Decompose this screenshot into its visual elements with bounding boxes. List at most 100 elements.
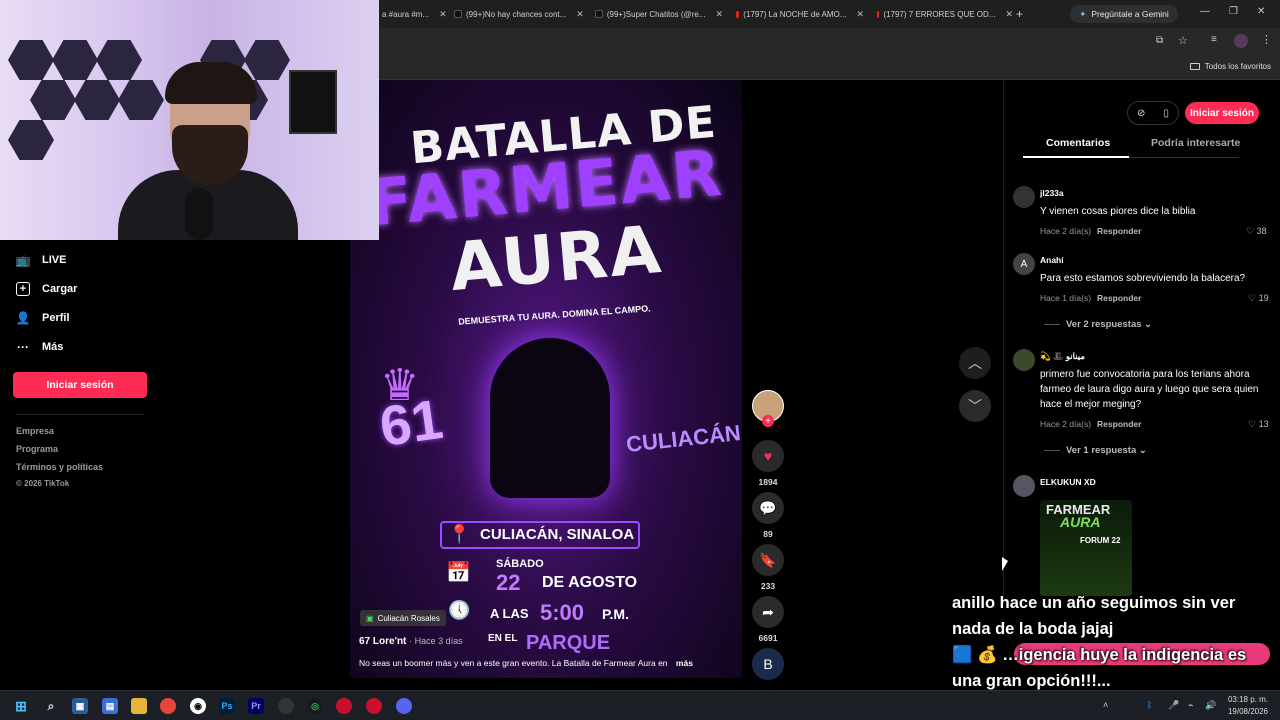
comment-icon: 💬 bbox=[759, 499, 777, 516]
avatar[interactable] bbox=[1013, 349, 1035, 371]
upload-icon: + bbox=[16, 282, 30, 296]
sidebar-item-live[interactable]: 📺 LIVE bbox=[15, 253, 67, 267]
thumb-forum: FORUM 22 bbox=[1080, 536, 1121, 545]
sidebar-item-profile[interactable]: 👤 Perfil bbox=[16, 311, 70, 325]
app-icon[interactable] bbox=[278, 698, 294, 714]
location-pin-icon: 📍 bbox=[448, 524, 471, 544]
microphone-tray-icon[interactable]: 🎤 bbox=[1168, 700, 1179, 711]
next-video-button[interactable]: ﹀ bbox=[959, 390, 991, 422]
comment-meta: Hace 1 día(s) Responder bbox=[1040, 293, 1142, 303]
close-icon[interactable]: ✕ bbox=[856, 9, 864, 20]
network-icon[interactable]: ⌁ bbox=[1188, 700, 1193, 711]
reply-button[interactable]: Responder bbox=[1097, 226, 1141, 236]
close-icon[interactable]: ✕ bbox=[576, 9, 584, 20]
tab-aura[interactable]: a #aura #m... ✕ bbox=[382, 4, 446, 24]
previous-video-button[interactable]: ︿ bbox=[959, 347, 991, 379]
more-link[interactable]: más bbox=[676, 658, 693, 668]
share-count: 6691 bbox=[758, 633, 778, 643]
sidebar-item-more[interactable]: ··· Más bbox=[16, 340, 63, 354]
bookmark-star-icon[interactable]: ☆ bbox=[1178, 34, 1188, 47]
reading-list-icon[interactable]: ≡ bbox=[1211, 34, 1217, 45]
footer-link-empresa[interactable]: Empresa bbox=[16, 426, 54, 436]
music-disc[interactable]: B bbox=[752, 648, 784, 680]
file-explorer-icon[interactable] bbox=[131, 698, 147, 714]
like-button[interactable]: ♥ bbox=[752, 440, 784, 472]
cast-icon[interactable]: ⧉ bbox=[1156, 35, 1163, 46]
store-icon[interactable]: ▤ bbox=[102, 698, 118, 714]
follow-plus-icon[interactable]: + bbox=[762, 415, 774, 427]
clock-icon: 🕔 bbox=[448, 600, 471, 620]
comment-user[interactable]: 💫 🎩 مينانو bbox=[1040, 351, 1085, 362]
search-icon[interactable]: ⌕ bbox=[43, 698, 59, 714]
chrome-icon[interactable] bbox=[160, 698, 176, 714]
windows-start-icon[interactable]: ⊞ bbox=[13, 698, 29, 714]
avatar[interactable]: A bbox=[1013, 253, 1035, 275]
comment-image[interactable]: FARMEAR AURA FORUM 22 bbox=[1040, 500, 1132, 596]
photoshop-icon[interactable]: Ps bbox=[219, 698, 235, 714]
poster-tagline: DEMUESTRA TU AURA. DOMINA EL CAMPO. bbox=[457, 303, 651, 327]
video-player[interactable]: BATALLA DE FARMEAR AURA DEMUESTRA TU AUR… bbox=[350, 80, 742, 678]
premiere-icon[interactable]: Pr bbox=[248, 698, 264, 714]
tab-7-errores[interactable]: (1797) 7 ERRORES QUE OD... ✕ bbox=[877, 4, 1013, 24]
chevron-up-icon: ︿ bbox=[968, 355, 982, 371]
share-button[interactable]: ➦ bbox=[752, 596, 784, 628]
poster-where-pre: EN EL bbox=[488, 633, 518, 644]
app-red-icon[interactable] bbox=[336, 698, 352, 714]
view-replies-button[interactable]: Ver 1 respuesta ⌄ bbox=[1044, 445, 1147, 456]
avatar[interactable] bbox=[1234, 34, 1248, 48]
tiktok-icon bbox=[595, 10, 603, 18]
close-icon[interactable]: ✕ bbox=[439, 9, 446, 20]
login-button[interactable]: Iniciar sesión bbox=[13, 372, 147, 398]
menu-icon[interactable]: ⋮ bbox=[1261, 33, 1272, 46]
comment-user[interactable]: Anahí bbox=[1040, 255, 1064, 265]
tab-no-hay-chances[interactable]: (99+)No hay chances cont... ✕ bbox=[454, 4, 584, 24]
tab-la-noche[interactable]: (1797) La NOCHE de AMO... ✕ bbox=[736, 4, 864, 24]
close-window-icon[interactable]: ✕ bbox=[1257, 6, 1265, 17]
login-button-top[interactable]: Iniciar sesión bbox=[1185, 102, 1259, 124]
poster-day: SÁBADO bbox=[496, 558, 544, 570]
live-icon: 📺 bbox=[15, 253, 31, 267]
phone-icon[interactable]: ▯ bbox=[1163, 108, 1169, 119]
obs-icon[interactable]: ◉ bbox=[190, 698, 206, 714]
spotify-icon[interactable]: ◎ bbox=[307, 698, 323, 714]
sidebar-item-upload[interactable]: + Cargar bbox=[16, 282, 77, 296]
save-button[interactable]: 🔖 bbox=[752, 544, 784, 576]
chevron-up-icon[interactable]: ˄ bbox=[1103, 700, 1108, 710]
more-icon: ··· bbox=[17, 340, 29, 354]
location-badge[interactable]: ▣ Culiacán Rosales bbox=[360, 610, 446, 626]
bluetooth-icon[interactable]: ᛒ bbox=[1147, 700, 1152, 710]
restore-icon[interactable]: ❐ bbox=[1229, 6, 1238, 17]
comment-like[interactable]: ♡ 19 bbox=[1248, 293, 1269, 304]
comment-button[interactable]: 💬 bbox=[752, 492, 784, 524]
tab-super-chatitos[interactable]: (99+)Super Chatitos (@re... ✕ bbox=[595, 4, 723, 24]
footer-link-programa[interactable]: Programa bbox=[16, 444, 58, 454]
avatar[interactable] bbox=[1013, 186, 1035, 208]
minimize-icon[interactable]: — bbox=[1200, 6, 1210, 17]
reply-button[interactable]: Responder bbox=[1097, 293, 1141, 303]
compass-icon[interactable]: ⊘ bbox=[1137, 108, 1145, 119]
reply-button[interactable]: Responder bbox=[1097, 419, 1141, 429]
app-red-icon-2[interactable] bbox=[366, 698, 382, 714]
new-tab-button[interactable]: + bbox=[1016, 4, 1028, 24]
comment-user[interactable]: ELKUKUN XD bbox=[1040, 477, 1096, 487]
volume-icon[interactable]: 🔊 bbox=[1205, 700, 1216, 711]
video-author[interactable]: 67 Lore'nt · Hace 3 días bbox=[359, 636, 463, 647]
comment-like[interactable]: ♡ 13 bbox=[1248, 419, 1269, 430]
system-clock[interactable]: 03:18 p. m. 19/08/2026 bbox=[1228, 694, 1268, 718]
tab-comments[interactable]: Comentarios bbox=[1046, 137, 1110, 149]
comment-like[interactable]: ♡ 38 bbox=[1246, 226, 1267, 237]
tab-may-interest[interactable]: Podría interesarte bbox=[1151, 137, 1240, 149]
tab-label: a #aura #m... bbox=[382, 9, 430, 19]
close-icon[interactable]: ✕ bbox=[1005, 9, 1013, 20]
comment-meta: Hace 2 día(s) Responder bbox=[1040, 226, 1142, 236]
all-bookmarks[interactable]: Todos los favoritos bbox=[1189, 62, 1271, 71]
discord-icon[interactable] bbox=[396, 698, 412, 714]
comment-user[interactable]: jl233a bbox=[1040, 188, 1064, 198]
gemini-button[interactable]: ✦ Pregúntale a Gemini bbox=[1070, 5, 1178, 23]
widgets-icon[interactable]: ▦ bbox=[72, 698, 88, 714]
avatar[interactable] bbox=[1013, 475, 1035, 497]
footer-link-terms[interactable]: Términos y políticas bbox=[16, 462, 103, 472]
heart-outline-icon: ♡ bbox=[1248, 419, 1257, 429]
view-replies-button[interactable]: Ver 2 respuestas ⌄ bbox=[1044, 319, 1152, 330]
close-icon[interactable]: ✕ bbox=[715, 9, 723, 20]
